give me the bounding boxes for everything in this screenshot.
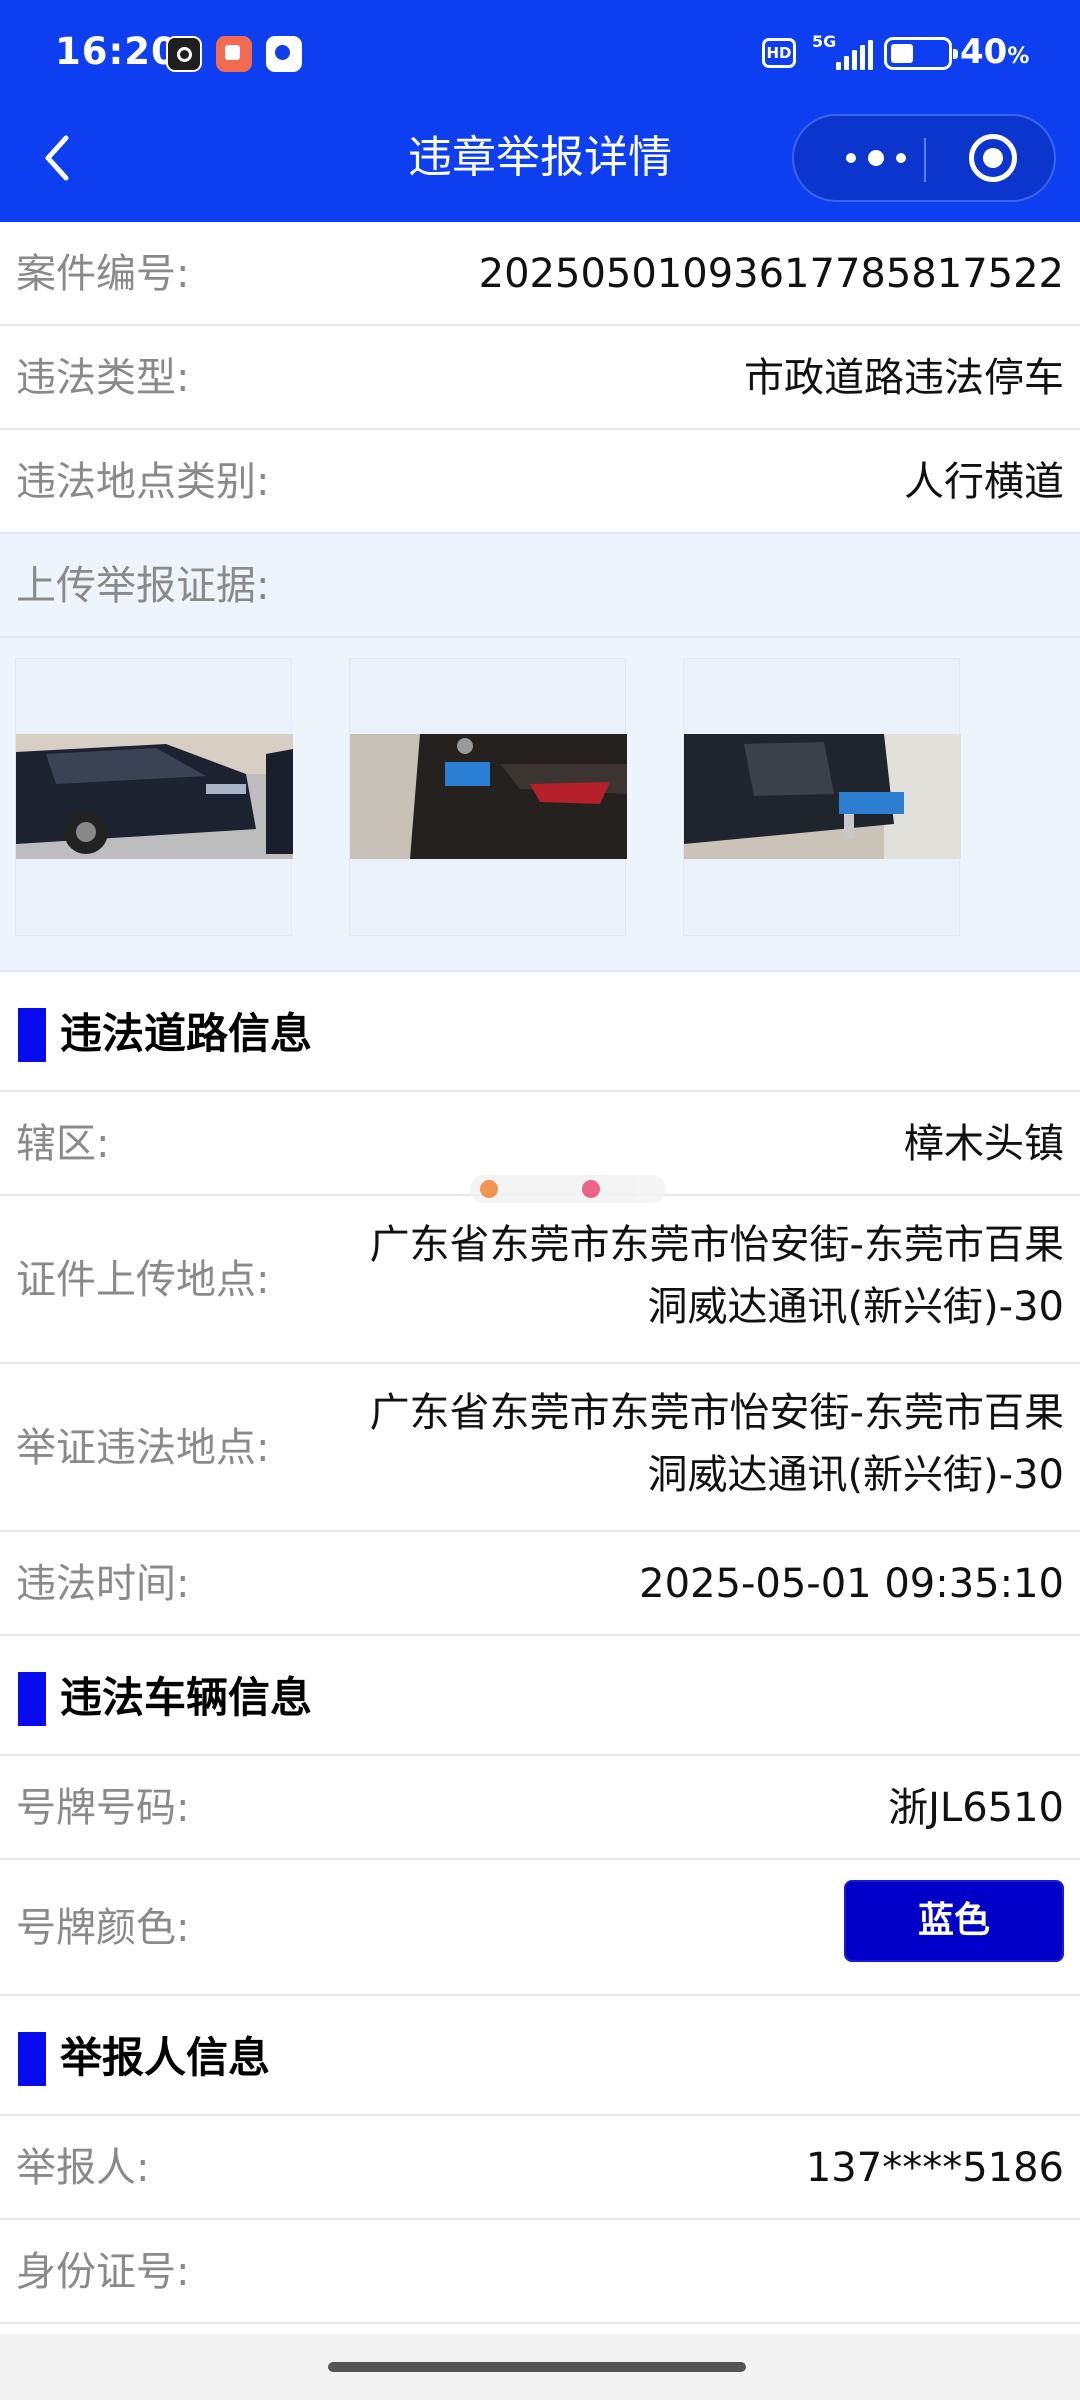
reporter-value: 137****5186 (805, 2145, 1064, 2191)
status-bar: 16:20 HD 5G 40% (0, 0, 1080, 108)
reporter-info-title: 举报人信息 (60, 2033, 271, 2082)
more-dots-icon (846, 153, 856, 163)
status-time: 16:20 (55, 30, 178, 73)
plate-number-value: 浙JL6510 (888, 1785, 1064, 1831)
violation-time-value: 2025-05-01 09:35:10 (639, 1561, 1064, 1607)
section-accent-bar (18, 1008, 46, 1062)
district-value: 樟木头镇 (904, 1121, 1064, 1167)
mini-program-capsule (792, 114, 1056, 202)
battery-icon (884, 37, 958, 70)
detail-content: 案件编号: 20250501093617785817522 违法类型: 市政道路… (0, 222, 1080, 2324)
vehicle-info-section: 违法车辆信息 (0, 1636, 1080, 1756)
header: 16:20 HD 5G 40% 违章举报详情 (0, 0, 1080, 222)
id-number-label: 身份证号: (16, 2249, 190, 2295)
bear-app-icon (266, 36, 302, 72)
more-button[interactable] (824, 116, 924, 200)
upload-location-value: 广东省东莞市东莞市怡安街-东莞市百果洞威达通讯(新兴街)-30 (369, 1222, 1064, 1330)
section-accent-bar (18, 2032, 46, 2086)
violation-location-value: 广东省东莞市东莞市怡安街-东莞市百果洞威达通讯(新兴街)-30 (369, 1390, 1064, 1498)
location-type-label: 违法地点类别: (16, 459, 270, 505)
violation-type-label: 违法类型: (16, 355, 190, 401)
car-front-plate-image (684, 734, 961, 859)
signal-icon (836, 40, 874, 70)
reporter-label: 举报人: (16, 2145, 150, 2191)
case-number-row: 案件编号: 20250501093617785817522 (0, 222, 1080, 326)
reporter-row: 举报人: 137****5186 (0, 2116, 1080, 2220)
violation-time-row: 违法时间: 2025-05-01 09:35:10 (0, 1532, 1080, 1636)
evidence-photo-2[interactable] (349, 658, 627, 936)
case-number-label: 案件编号: (16, 251, 190, 297)
car-rear-image (350, 734, 627, 859)
location-type-value: 人行横道 (904, 459, 1064, 505)
violation-type-row: 违法类型: 市政道路违法停车 (0, 326, 1080, 430)
plate-color-badge[interactable]: 蓝色 (844, 1880, 1064, 1962)
evidence-gallery (0, 638, 1080, 972)
road-info-title: 违法道路信息 (60, 1009, 313, 1058)
upload-location-row: 证件上传地点: 广东省东莞市东莞市怡安街-东莞市百果洞威达通讯(新兴街)-30 (0, 1196, 1080, 1364)
watermark-logo (470, 1175, 666, 1203)
district-label: 辖区: (16, 1121, 110, 1167)
evidence-photo-1[interactable] (15, 658, 293, 936)
case-number-value: 20250501093617785817522 (478, 251, 1064, 297)
battery-percent: 40% (960, 32, 1030, 72)
plate-number-label: 号牌号码: (16, 1785, 190, 1831)
capsule-divider (924, 138, 926, 182)
violation-location-row: 举证违法地点: 广东省东莞市东莞市怡安街-东莞市百果洞威达通讯(新兴街)-30 (0, 1364, 1080, 1532)
violation-time-label: 违法时间: (16, 1561, 190, 1607)
target-circle-icon (983, 148, 1003, 168)
id-number-row: 身份证号: (0, 2220, 1080, 2324)
home-indicator[interactable] (328, 2362, 746, 2372)
car-front-left-image (16, 734, 293, 859)
hd-icon: HD (762, 38, 796, 68)
evidence-header-row: 上传举报证据: (0, 534, 1080, 638)
violation-location-label: 举证违法地点: (16, 1425, 270, 1471)
location-type-row: 违法地点类别: 人行横道 (0, 430, 1080, 534)
plate-color-label: 号牌颜色: (16, 1905, 190, 1951)
reporter-info-section: 举报人信息 (0, 1996, 1080, 2116)
plate-color-row: 号牌颜色: 蓝色 (0, 1860, 1080, 1996)
shopping-app-icon (216, 36, 252, 72)
clock-app-icon (166, 36, 202, 72)
plate-number-row: 号牌号码: 浙JL6510 (0, 1756, 1080, 1860)
network-type: 5G (812, 32, 837, 51)
violation-type-value: 市政道路违法停车 (744, 355, 1064, 401)
vehicle-info-title: 违法车辆信息 (60, 1673, 313, 1722)
upload-location-label: 证件上传地点: (16, 1257, 270, 1303)
evidence-photo-3[interactable] (683, 658, 961, 936)
close-mini-program-button[interactable] (969, 134, 1017, 182)
road-info-section: 违法道路信息 (0, 972, 1080, 1092)
evidence-label: 上传举报证据: (16, 563, 270, 609)
gesture-bar (0, 2334, 1080, 2400)
section-accent-bar (18, 1672, 46, 1726)
